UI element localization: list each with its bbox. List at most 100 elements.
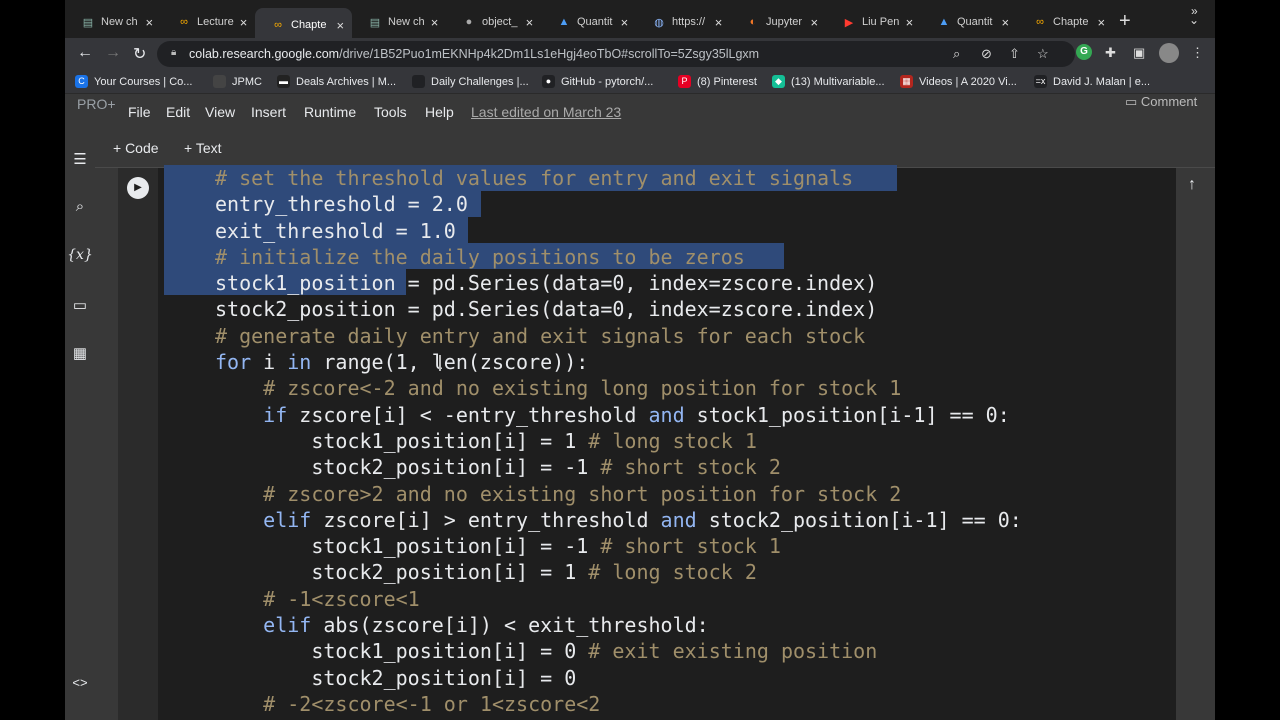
close-tab-icon[interactable]: × [238,15,249,30]
close-tab-icon[interactable]: × [144,15,155,30]
side-panel-icon[interactable]: ▣ [1133,45,1145,61]
browser-tab[interactable]: ∞ Chapte × [255,8,352,42]
move-cell-up-arrow-icon[interactable]: ↑ [1188,176,1196,194]
address-bar[interactable]: 🔒︎ colab.research.google.com/drive/1B52P… [157,41,1075,67]
browser-tab[interactable]: ◐ Jupyter × [730,8,826,36]
browser-tab[interactable]: ◍ https:// × [636,8,730,36]
close-tab-icon[interactable]: × [334,18,346,33]
variables-icon[interactable]: {x} [65,247,95,263]
menu-edit[interactable]: Edit [166,104,190,120]
code-comment: # -2<zscore<-1 or 1<zscore<2 [263,691,601,716]
search-icon[interactable]: ⌕ [65,198,95,215]
colab-icon: ∞ [180,16,188,28]
bookmark-item[interactable]: Daily Challenges |... [412,75,529,88]
code-line: stock2_position[i] = 0 [215,665,1022,691]
extensions-puzzle-icon[interactable]: ✚ [1105,45,1116,61]
bookmark-item[interactable]: ◆ (13) Multivariable... [772,75,885,88]
tab-label: object_ [482,16,518,28]
code-line: stock2_position[i] = -1 # short stock 2 [215,454,1022,480]
menu-runtime[interactable]: Runtime [304,104,356,120]
code-text: zscore[i] > entry_threshold [311,507,661,532]
bookmark-item[interactable]: =x David J. Malan | e... [1034,75,1150,88]
share-icon[interactable]: ⇧ [1009,46,1020,62]
close-tab-icon[interactable]: × [809,15,820,30]
browser-tab[interactable]: ● object_ × [446,8,541,36]
code-editor[interactable]: # set the threshold values for entry and… [215,165,1022,717]
menu-help[interactable]: Help [425,104,454,120]
menu-tools[interactable]: Tools [374,104,407,120]
browser-tab[interactable]: ▤ New ch × [65,8,161,36]
bookmark-item[interactable]: ● GitHub - pytorch/... [542,75,653,88]
files-folder-icon[interactable]: ▭ [65,296,95,314]
browser-menu-icon[interactable]: ⋮ [1191,45,1204,61]
bookmark-item[interactable]: C Your Courses | Co... [75,75,192,88]
table-of-contents-icon[interactable]: ☰ [65,150,95,168]
colab-doc-icon: ▤ [369,16,381,29]
tab-label: New ch [388,16,425,28]
code-text: exit_threshold = 1.0 [215,218,456,243]
bookmarks-overflow-icon[interactable]: » [1191,4,1198,18]
comment-button[interactable]: ▭ Comment [1125,94,1197,110]
bookmark-item[interactable]: ▦ Videos | A 2020 Vi... [900,75,1017,88]
add-code-button[interactable]: + Code [113,140,159,156]
grammarly-extension-icon[interactable]: G [1076,44,1092,60]
right-scroll-column [1176,168,1215,720]
jupyter-icon: ◐ [749,16,757,28]
browser-tab[interactable]: ∞ Chapte × [1017,8,1113,36]
cell-gutter: ▶ [118,168,158,720]
bookmark-label: Daily Challenges |... [431,75,529,88]
youtube-icon: ▶ [844,16,854,29]
bookmark-item[interactable]: P (8) Pinterest [678,75,757,88]
install-app-icon[interactable]: ⊘ [981,46,992,62]
menu-insert[interactable]: Insert [251,104,286,120]
browser-tab[interactable]: ▶ Liu Pen × [826,8,921,36]
menu-view[interactable]: View [205,104,235,120]
code-line: stock1_position[i] = -1 # short stock 1 [215,533,1022,559]
close-tab-icon[interactable]: × [429,15,440,30]
code-comment: # exit existing position [588,639,878,664]
code-text: entry_threshold = 2.0 [215,192,468,217]
tab-label: Liu Pen [862,16,900,28]
bookmark-star-icon[interactable]: ☆ [1037,46,1049,62]
tab-label: Jupyter [766,16,803,28]
browser-tab[interactable]: ∞ Lecture × [161,8,255,36]
close-tab-icon[interactable]: × [1000,15,1011,30]
run-cell-play-icon[interactable]: ▶ [127,177,149,199]
menu-file[interactable]: File [128,104,151,120]
code-line: # zscore<-2 and no existing long positio… [215,375,1022,401]
calendar-icon[interactable]: ▦ [65,344,95,362]
bookmark-item[interactable]: JPMC [213,75,262,88]
code-line: stock1_position[i] = 0 # exit existing p… [215,638,1022,664]
lock-icon: 🔒︎ [171,47,177,58]
code-keyword: and [660,507,697,532]
add-text-button[interactable]: + Text [184,140,222,156]
code-snippets-icon[interactable]: <> [65,675,95,690]
profile-avatar[interactable] [1159,43,1179,63]
forward-arrow-icon[interactable]: → [105,44,121,62]
tab-label: Quantit [957,16,993,28]
globe-icon: ◍ [654,16,664,29]
browser-tab[interactable]: ▤ New ch × [352,8,446,36]
close-tab-icon[interactable]: × [524,15,535,30]
code-comment: # long stock 2 [588,560,757,585]
browser-tab[interactable]: ▲ Quantit × [921,8,1017,36]
reload-icon[interactable]: ↻ [133,44,146,64]
code-line: exit_threshold = 1.0 [215,218,1022,244]
new-tab-button[interactable]: + [1119,11,1131,31]
close-tab-icon[interactable]: × [713,15,724,30]
bookmark-item[interactable]: ▬ Deals Archives | M... [277,75,396,88]
close-tab-icon[interactable]: × [904,15,915,30]
search-icon[interactable]: ⌕ [953,46,960,62]
close-tab-icon[interactable]: × [619,15,630,30]
code-line: # set the threshold values for entry and… [215,165,1022,191]
code-line: entry_threshold = 2.0 [215,191,1022,217]
code-line: for i in range(1, len(zscore)): [215,349,1022,375]
code-keyword: elif [263,507,312,532]
back-arrow-icon[interactable]: ← [77,44,93,62]
browser-tab[interactable]: ▲ Quantit × [541,8,636,36]
bookmark-favicon-icon [412,75,425,88]
close-tab-icon[interactable]: × [1096,15,1107,30]
last-edited-link[interactable]: Last edited on March 23 [471,104,621,120]
code-comment: # initialize the daily positions to be z… [215,244,745,269]
